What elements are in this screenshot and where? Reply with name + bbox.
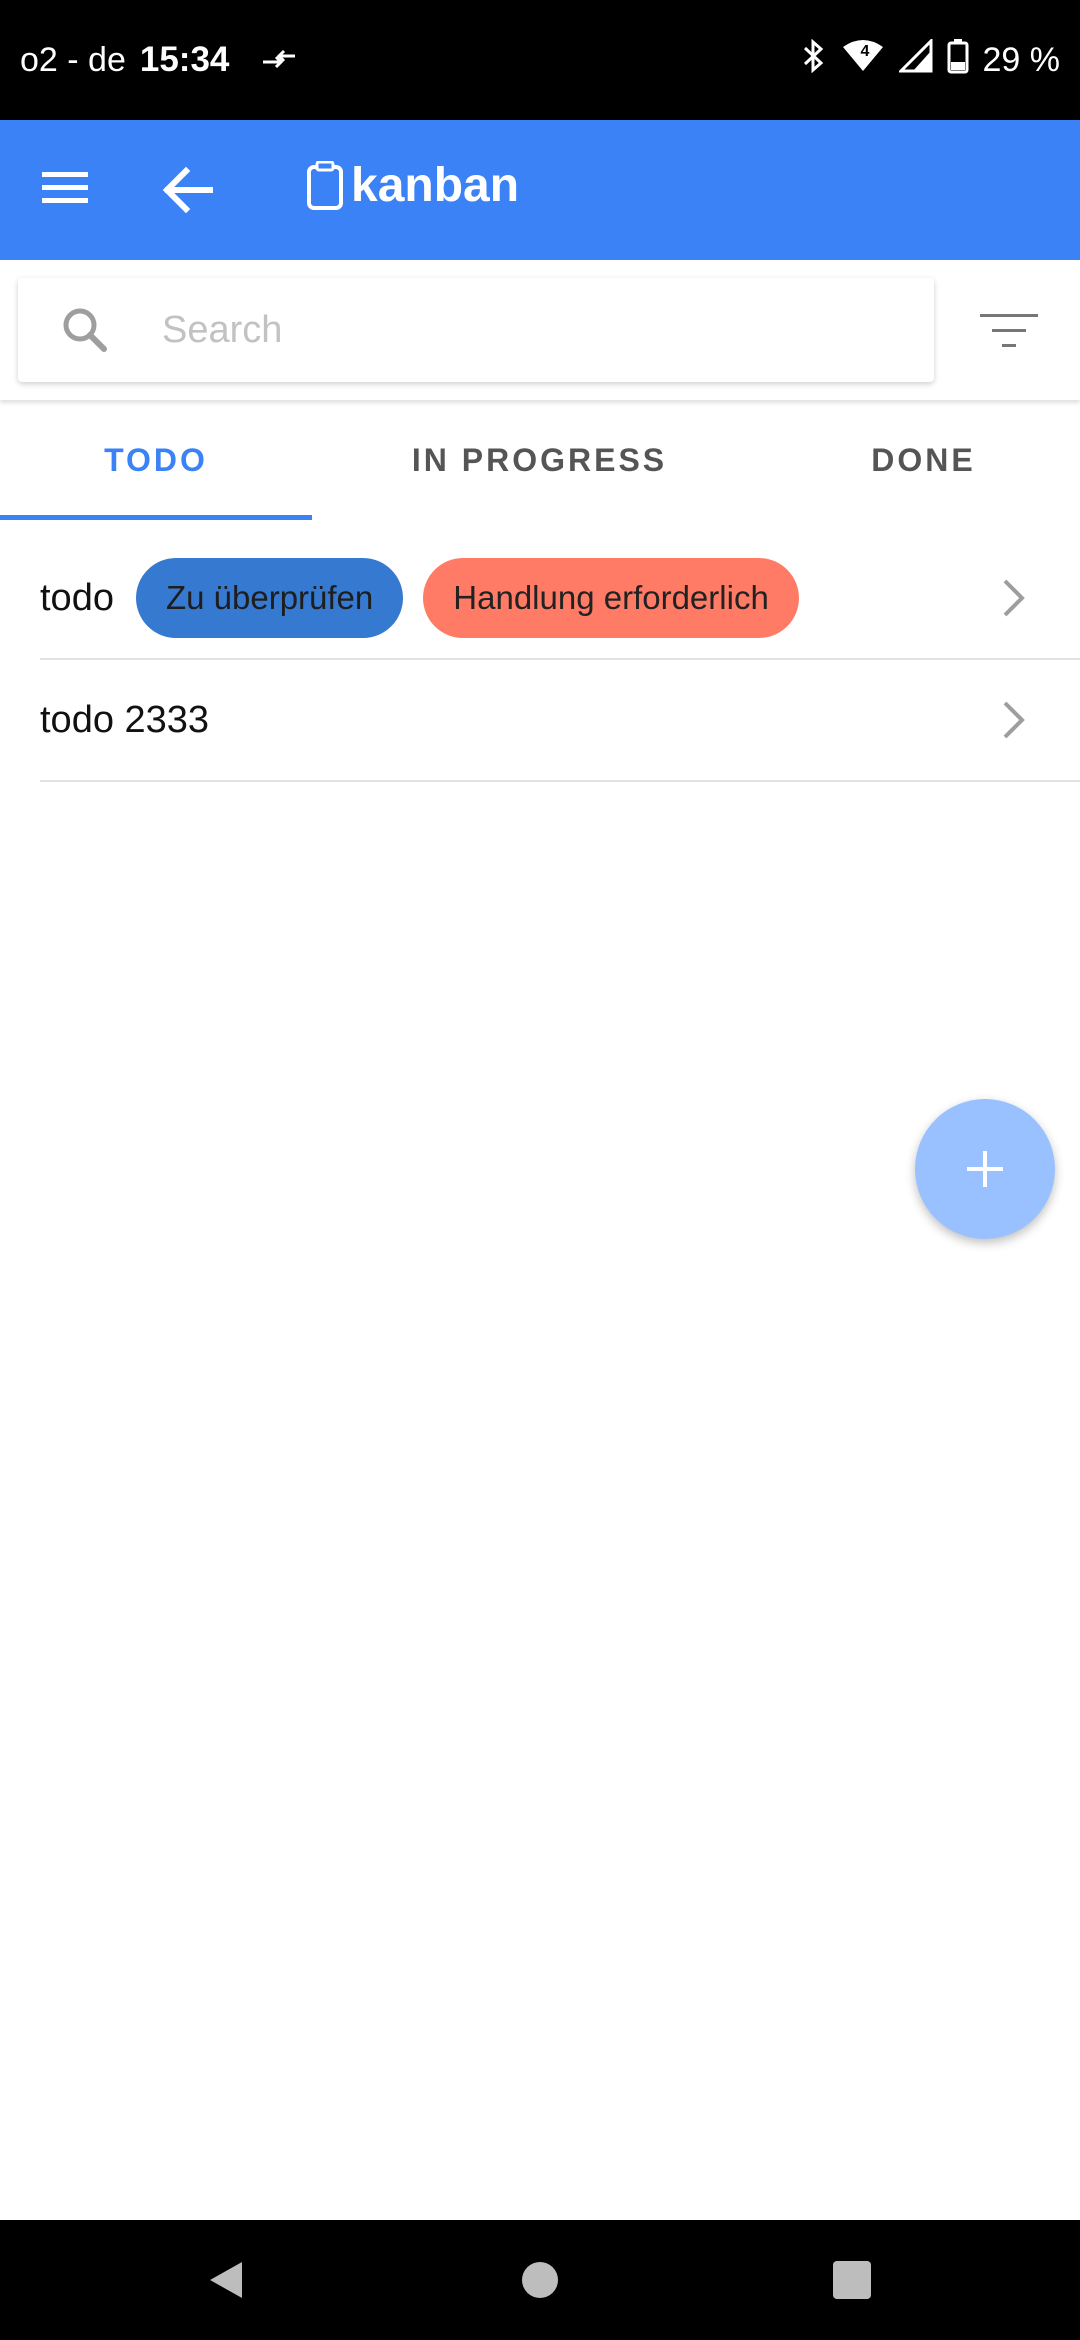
- signal-icon: [896, 36, 933, 82]
- task-list: todo Zu überprüfen Handlung erforderlich…: [0, 538, 1080, 782]
- add-item-button[interactable]: [915, 1099, 1055, 1239]
- nav-back-icon: [210, 2262, 242, 2298]
- filter-icon: [980, 314, 1038, 347]
- item-title: todo 2333: [40, 698, 210, 741]
- page-title: kanban: [351, 159, 520, 212]
- system-nav-bar: [0, 2220, 1080, 2340]
- battery-percent: 29 %: [982, 40, 1061, 79]
- search-input[interactable]: [160, 307, 864, 353]
- list-item[interactable]: todo Zu überprüfen Handlung erforderlich: [40, 538, 1080, 660]
- app-bar: kanban: [0, 120, 1080, 260]
- status-icons: 4 29 %: [801, 36, 1061, 83]
- item-title: todo: [40, 576, 114, 619]
- list-item[interactable]: todo 2333: [40, 660, 1080, 782]
- tab-label: DONE: [871, 441, 976, 478]
- search-box[interactable]: [18, 278, 934, 382]
- plus-icon: [967, 1151, 1003, 1187]
- tab-todo[interactable]: TODO: [0, 400, 312, 520]
- tab-bar: TODO IN PROGRESS DONE: [0, 400, 1080, 520]
- network-type-badge: 4: [860, 42, 870, 60]
- data-arrows-icon: [261, 41, 297, 80]
- tab-in-progress[interactable]: IN PROGRESS: [312, 400, 767, 520]
- chevron-right-icon: [1003, 701, 1025, 739]
- chevron-right-icon: [1003, 579, 1025, 617]
- app-title: kanban: [305, 158, 519, 213]
- back-button[interactable]: [160, 164, 220, 216]
- nav-back-button[interactable]: [208, 2260, 244, 2305]
- wifi-icon: 4: [841, 39, 885, 82]
- bluetooth-icon: [801, 38, 827, 82]
- battery-icon: [947, 38, 969, 83]
- tag-chip-review: Zu überprüfen: [135, 558, 404, 638]
- active-tab-indicator: [0, 515, 312, 520]
- tab-done[interactable]: DONE: [767, 400, 1080, 520]
- tab-label: IN PROGRESS: [411, 441, 668, 478]
- carrier-name: o2 - de: [20, 40, 126, 79]
- menu-icon: [42, 172, 88, 203]
- nav-recents-button[interactable]: [833, 2261, 871, 2299]
- menu-button[interactable]: [40, 168, 100, 212]
- tag-chip-action: Handlung erforderlich: [423, 558, 799, 638]
- status-bar: o2 - de 15:34 4 29 %: [0, 0, 1080, 120]
- filter-button[interactable]: [978, 312, 1042, 352]
- nav-home-button[interactable]: [522, 2262, 558, 2298]
- search-icon: [63, 308, 107, 352]
- arrow-back-icon: [162, 166, 213, 214]
- tab-label: TODO: [104, 441, 208, 478]
- clock-time: 15:34: [139, 40, 230, 79]
- search-bar: [0, 260, 1080, 400]
- clipboard-icon: [307, 160, 343, 210]
